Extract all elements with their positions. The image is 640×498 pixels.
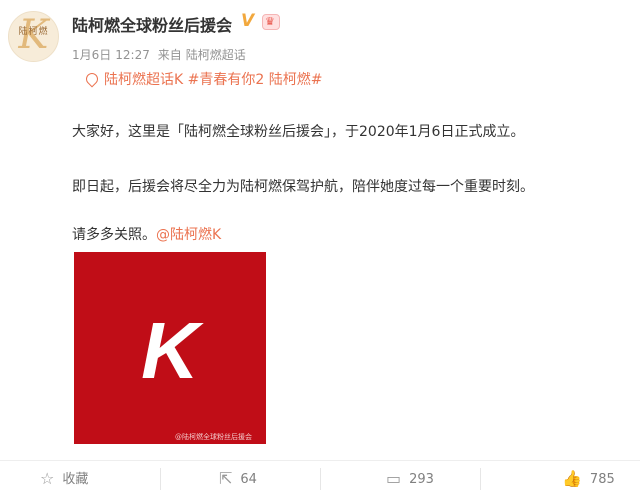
action-divider — [0, 460, 640, 461]
comment-count: 293 — [409, 472, 434, 487]
like-count: 785 — [589, 472, 615, 487]
post-image[interactable]: K @陆柯燃全球粉丝后援会 — [74, 252, 266, 444]
source-prefix: 来自 — [157, 48, 182, 62]
action-separator — [160, 468, 161, 490]
image-logo-letter: K — [141, 306, 199, 395]
post-source[interactable]: 陆柯燃超话 — [186, 48, 246, 62]
account-name[interactable]: 陆柯燃全球粉丝后援会 — [72, 12, 232, 36]
like-button[interactable]: 👍 785 — [562, 468, 615, 490]
post-time[interactable]: 12:27 — [115, 48, 150, 62]
image-watermark: @陆柯燃全球粉丝后援会 — [175, 433, 252, 441]
favorite-label: 收藏 — [62, 472, 89, 487]
star-icon: ☆ — [40, 469, 55, 488]
flame-icon — [83, 70, 101, 88]
mention-link[interactable]: @陆柯燃K — [156, 227, 221, 243]
post-date[interactable]: 1月6日 — [72, 48, 111, 62]
verified-badge-icon: V — [241, 11, 255, 31]
share-icon: ⇱ — [219, 469, 233, 488]
topic-line[interactable]: 陆柯燃超话K #青春有你2 陆柯燃# — [83, 69, 322, 89]
closing-text: 请多多关照。 — [72, 227, 156, 243]
repost-count: 64 — [240, 472, 257, 487]
favorite-button[interactable]: ☆ 收藏 — [40, 468, 88, 490]
action-separator — [320, 468, 321, 490]
avatar-text: 陆柯燃 — [18, 27, 49, 37]
post-paragraph-1: 大家好，这里是「陆柯燃全球粉丝后援会」，于2020年1月6日正式成立。 — [72, 124, 525, 140]
comment-icon: ▭ — [386, 469, 402, 488]
thumbs-up-icon: 👍 — [562, 469, 582, 488]
post-meta: 1月6日 12:27 来自 陆柯燃超话 — [72, 46, 250, 63]
post-paragraph-3: 请多多关照。@陆柯燃K — [72, 224, 221, 244]
vip-crown-icon[interactable]: ♛ — [262, 14, 280, 30]
avatar[interactable]: K 陆柯燃 — [8, 11, 59, 62]
action-separator — [480, 468, 481, 490]
repost-button[interactable]: ⇱ 64 — [219, 468, 257, 490]
post-paragraph-2: 即日起，后援会将尽全力为陆柯燃保驾护航，陪伴她度过每一个重要时刻。 — [72, 179, 534, 195]
comment-button[interactable]: ▭ 293 — [386, 468, 434, 490]
topic-links[interactable]: 陆柯燃超话K #青春有你2 陆柯燃# — [104, 72, 322, 88]
